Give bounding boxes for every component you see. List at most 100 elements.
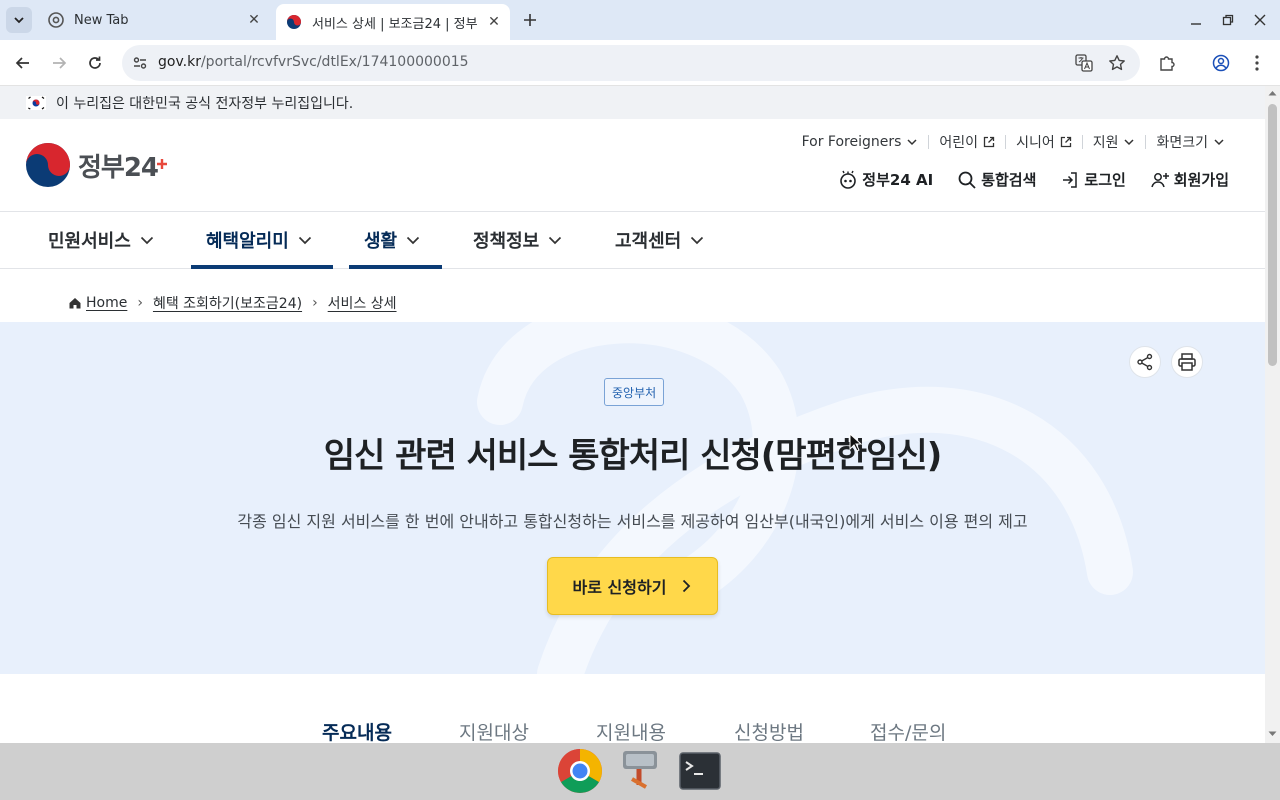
arrow-right-icon	[53, 57, 67, 69]
scroll-down-icon[interactable]	[1268, 731, 1277, 737]
nav-label: 민원서비스	[48, 231, 131, 252]
terminal-icon	[679, 752, 721, 790]
chevron-down-icon	[407, 236, 420, 245]
url-text[interactable]: gov.kr/portal/rcvfvrSvc/dtlEx/1741000000…	[158, 54, 469, 70]
breadcrumb-home[interactable]: Home	[86, 295, 127, 311]
new-tab-button[interactable]	[518, 8, 542, 32]
screen-size-label: 화면크기	[1156, 135, 1208, 151]
tab-eligibility[interactable]: 지원대상	[459, 718, 529, 743]
bookmark-star-icon[interactable]	[1108, 54, 1126, 72]
kids-label: 어린이	[939, 135, 979, 151]
apply-now-label: 바로 신청하기	[572, 578, 667, 597]
chevron-down-icon	[1214, 139, 1224, 146]
for-foreigners-label: For Foreigners	[801, 134, 902, 150]
screen-size-menu[interactable]: 화면크기	[1145, 135, 1235, 151]
reload-icon	[89, 56, 101, 69]
gov24-ai-label: 정부24 AI	[862, 171, 934, 189]
print-button[interactable]	[1171, 346, 1203, 378]
content-tabs: 주요내용 지원대상 지원내용 신청방법 접수/문의	[0, 714, 1265, 743]
nav-label: 고객센터	[615, 231, 682, 252]
nav-item-civil-services[interactable]: 민원서비스	[48, 212, 155, 268]
support-menu[interactable]: 지원	[1081, 135, 1146, 151]
nav-item-policy-info[interactable]: 정책정보	[473, 212, 563, 268]
close-icon[interactable]: ✕	[244, 10, 264, 30]
chrome-menu-button[interactable]	[1245, 51, 1269, 75]
chevron-down-icon	[298, 236, 311, 245]
chevron-right-icon: ›	[137, 295, 143, 311]
share-button[interactable]	[1129, 346, 1161, 378]
chevron-right-icon: ›	[312, 295, 318, 311]
service-description: 각종 임신 지원 서비스를 한 번에 안내하고 통합신청하는 서비스를 제공하여…	[237, 512, 1028, 531]
url-path: /portal/rcvfvrSvc/dtlEx/174100000015	[200, 54, 469, 70]
nav-label: 정책정보	[473, 231, 540, 252]
scrollbar-thumb[interactable]	[1268, 104, 1277, 366]
nav-item-customer-center[interactable]: 고객센터	[615, 212, 705, 268]
login-button[interactable]: 로그인	[1060, 169, 1126, 190]
external-link-icon	[1060, 136, 1071, 148]
senior-link[interactable]: 시니어	[1005, 135, 1082, 151]
support-label: 지원	[1092, 135, 1119, 151]
tab-title: 서비스 상세 | 보조금24 | 정부	[312, 16, 478, 32]
kids-link[interactable]: 어린이	[928, 135, 1005, 151]
tab-contact[interactable]: 접수/문의	[870, 718, 946, 743]
reload-button[interactable]	[83, 51, 107, 75]
browser-tab-new-tab[interactable]: New Tab ✕	[40, 4, 270, 36]
breadcrumb-service-detail[interactable]: 서비스 상세	[328, 293, 397, 313]
forward-button[interactable]	[47, 51, 71, 75]
chrome-icon	[558, 749, 602, 793]
tab-search-button[interactable]	[6, 7, 32, 33]
chrome-icon	[48, 12, 64, 28]
share-icon	[1137, 353, 1153, 371]
chevron-down-icon	[14, 17, 24, 24]
extensions-button[interactable]	[1155, 51, 1179, 75]
signup-label: 회원가입	[1173, 171, 1229, 189]
chevron-down-icon	[140, 236, 153, 245]
restore-button[interactable]	[1218, 10, 1238, 30]
app-launcher-taskbar-icon[interactable]	[616, 747, 664, 795]
minimize-button[interactable]	[1186, 10, 1206, 30]
tab-main-content[interactable]: 주요내용	[322, 718, 392, 743]
profile-button[interactable]	[1209, 51, 1233, 75]
tab-how-to-apply[interactable]: 신청방법	[734, 718, 804, 743]
account-circle-icon	[1212, 54, 1230, 72]
gov-emblem-icon	[287, 15, 301, 29]
web-page: 이 누리집은 대한민국 공식 전자정부 누리집입니다. 정부24 For For…	[0, 86, 1265, 743]
external-link-icon	[983, 136, 995, 148]
close-icon	[1254, 14, 1266, 26]
minimize-icon	[1191, 23, 1201, 25]
integrated-search-button[interactable]: 통합검색	[957, 169, 1036, 190]
service-hero: 중앙부처 임신 관련 서비스 통합처리 신청(맘편한임신) 각종 임신 지원 서…	[0, 322, 1265, 674]
login-label: 로그인	[1084, 171, 1126, 189]
logo-text: 정부24	[78, 152, 159, 183]
gov24-ai-button[interactable]: 정부24 AI	[838, 169, 933, 190]
browser-tab-service-detail[interactable]: 서비스 상세 | 보조금24 | 정부 ✕	[276, 4, 510, 40]
tools-icon	[623, 751, 657, 789]
service-title: 임신 관련 서비스 통합처리 신청(맘편한임신)	[323, 436, 942, 476]
chevron-down-icon	[907, 139, 917, 146]
apply-now-button[interactable]: 바로 신청하기	[547, 557, 718, 615]
breadcrumb-benefit-search[interactable]: 혜택 조회하기(보조금24)	[153, 293, 302, 313]
gov24-logo[interactable]: 정부24	[24, 141, 168, 189]
chevron-down-icon	[549, 236, 562, 245]
os-taskbar	[0, 743, 1280, 800]
utility-menu: For Foreigners 어린이 시니어 지원 화면크기	[792, 134, 1235, 151]
official-site-text: 이 누리집은 대한민국 공식 전자정부 누리집입니다.	[56, 95, 354, 112]
nav-item-living[interactable]: 생활	[349, 212, 442, 269]
close-icon[interactable]: ✕	[484, 12, 504, 32]
puzzle-icon	[1160, 56, 1175, 71]
address-bar[interactable]: gov.kr/portal/rcvfvrSvc/dtlEx/1741000000…	[122, 45, 1140, 81]
signup-button[interactable]: 회원가입	[1150, 169, 1229, 190]
for-foreigners-menu[interactable]: For Foreigners	[792, 134, 929, 150]
nav-item-benefit-alerts[interactable]: 혜택알리미	[191, 212, 333, 269]
tab-support-details[interactable]: 지원내용	[596, 718, 666, 743]
home-icon	[69, 298, 81, 309]
tab-title: New Tab	[74, 12, 129, 28]
translate-icon[interactable]	[1075, 54, 1093, 72]
site-info-icon[interactable]	[132, 55, 148, 71]
page-scrollbar[interactable]	[1265, 86, 1280, 743]
scroll-up-icon[interactable]	[1268, 90, 1277, 96]
close-window-button[interactable]	[1250, 10, 1270, 30]
chrome-taskbar-icon[interactable]	[556, 747, 604, 795]
terminal-taskbar-icon[interactable]	[676, 747, 724, 795]
back-button[interactable]	[11, 51, 35, 75]
